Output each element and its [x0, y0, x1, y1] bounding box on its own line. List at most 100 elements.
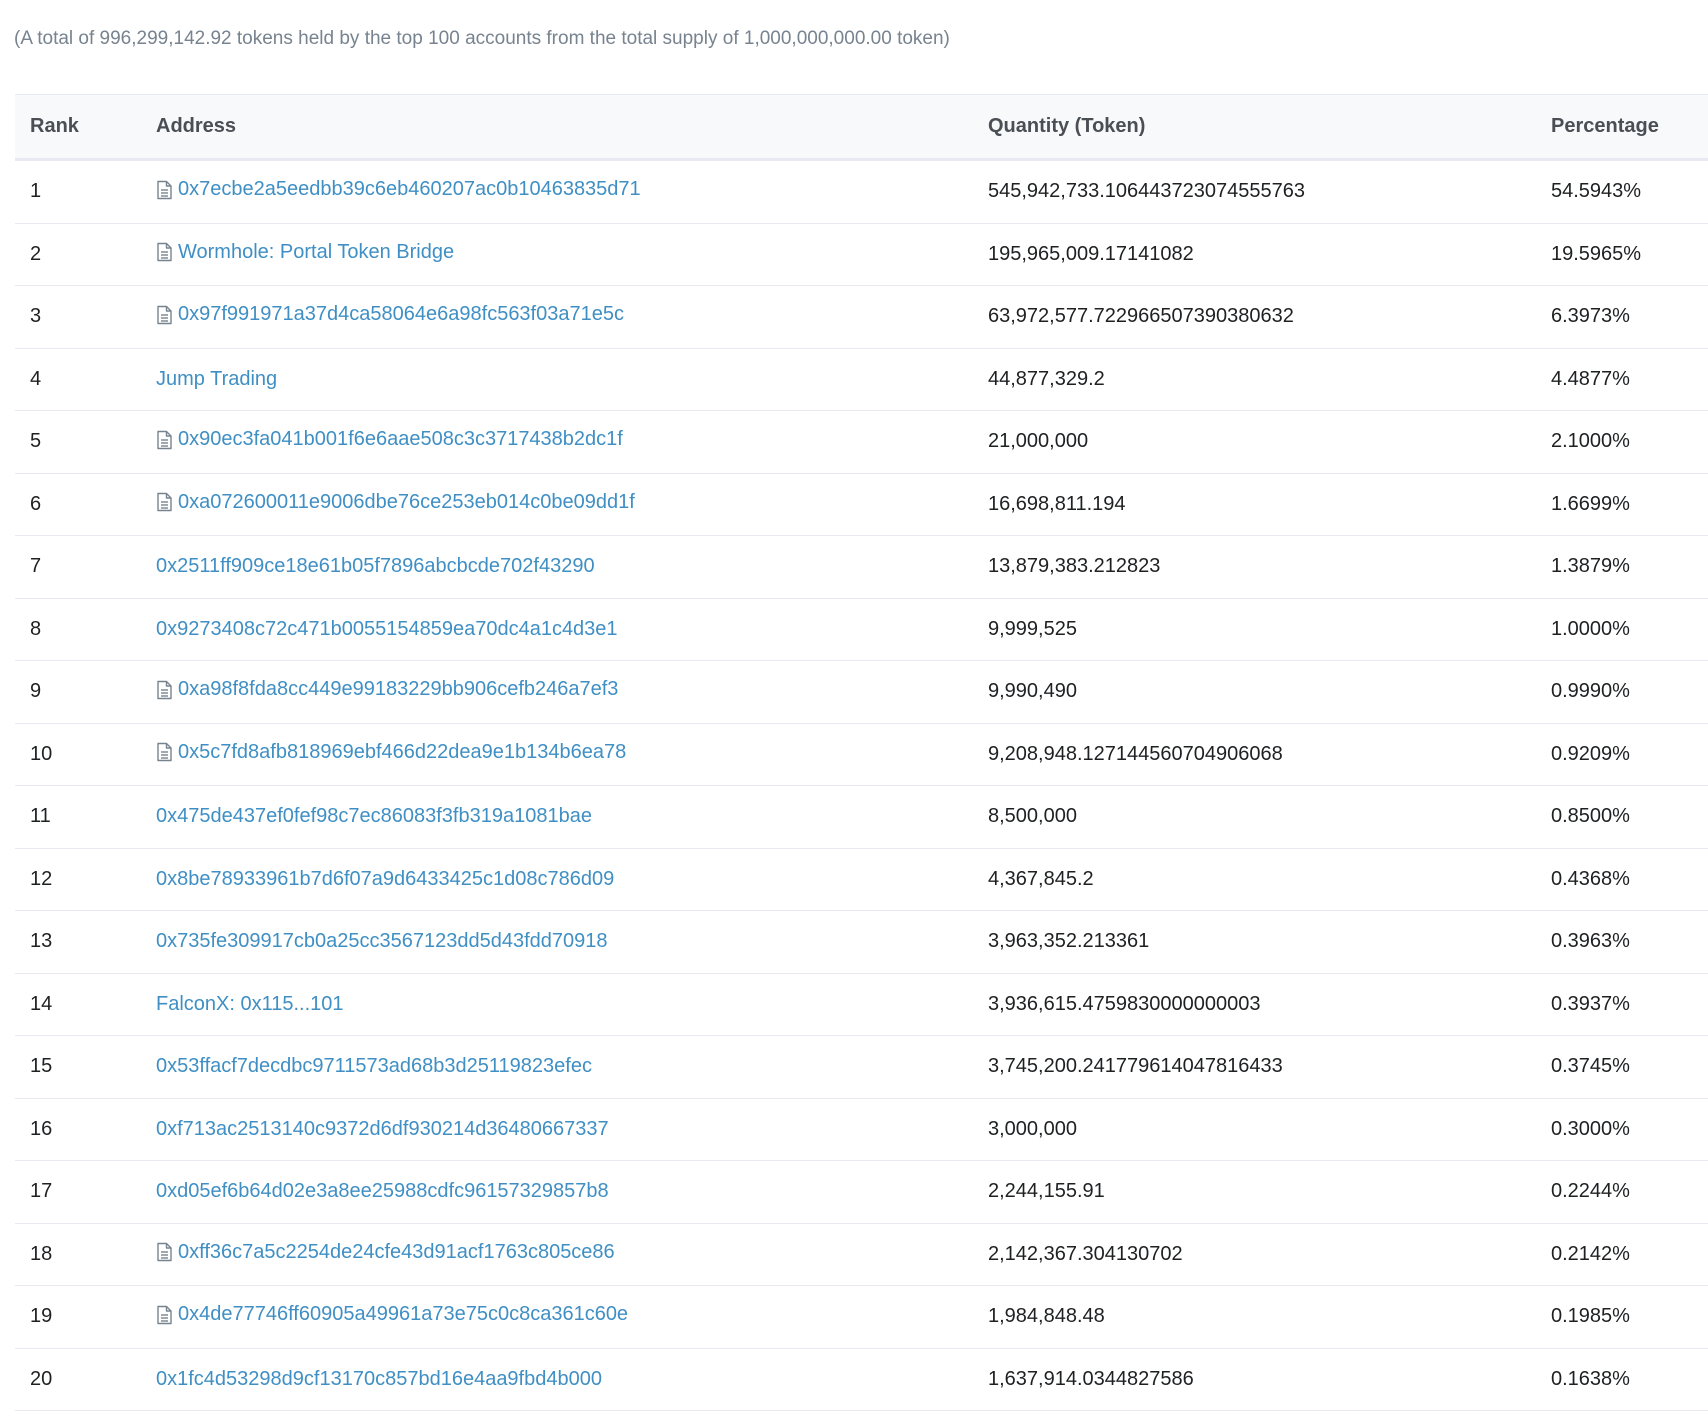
rank-cell: 16 [30, 1118, 52, 1141]
address-text: 0xff36c7a5c2254de24cfe43d91acf1763c805ce… [178, 1241, 615, 1264]
address-link[interactable]: 0xd05ef6b64d02e3a8ee25988cdfc96157329857… [156, 1180, 609, 1203]
address-link[interactable]: 0x5c7fd8afb818969ebf466d22dea9e1b134b6ea… [156, 741, 626, 764]
rank-cell: 4 [30, 368, 41, 391]
table-row: 2 Wormhole: Portal Token Bridge 195,965,… [15, 224, 1708, 287]
percentage-cell: 54.5943% [1551, 180, 1641, 203]
table-row: 4 Jump Trading 44,877,329.2 4.4877% [15, 349, 1708, 412]
address-text: 0x9273408c72c471b0055154859ea70dc4a1c4d3… [156, 618, 618, 641]
address-text: 0x5c7fd8afb818969ebf466d22dea9e1b134b6ea… [178, 741, 626, 764]
address-link[interactable]: Wormhole: Portal Token Bridge [156, 241, 454, 264]
address-text: 0x1fc4d53298d9cf13170c857bd16e4aa9fbd4b0… [156, 1368, 602, 1391]
file-document-icon [156, 242, 173, 262]
address-text: 0x735fe309917cb0a25cc3567123dd5d43fdd709… [156, 930, 608, 953]
percentage-cell: 19.5965% [1551, 243, 1641, 266]
table-row: 17 0xd05ef6b64d02e3a8ee25988cdfc96157329… [15, 1161, 1708, 1224]
address-text: 0x90ec3fa041b001f6e6aae508c3c3717438b2dc… [178, 428, 623, 451]
address-link[interactable]: 0x7ecbe2a5eedbb39c6eb460207ac0b10463835d… [156, 178, 641, 201]
quantity-cell: 13,879,383.212823 [988, 555, 1160, 578]
percentage-cell: 4.4877% [1551, 368, 1630, 391]
rank-cell: 12 [30, 868, 52, 891]
address-cell: 0x9273408c72c471b0055154859ea70dc4a1c4d3… [156, 618, 618, 641]
table-row: 10 0x5c7fd8afb818969ebf466d22dea9e1b134b… [15, 724, 1708, 787]
rank-cell: 13 [30, 930, 52, 953]
address-cell: 0x90ec3fa041b001f6e6aae508c3c3717438b2dc… [156, 428, 623, 456]
address-cell: 0x7ecbe2a5eedbb39c6eb460207ac0b10463835d… [156, 178, 641, 206]
file-document-icon [156, 1242, 173, 1262]
quantity-cell: 9,990,490 [988, 680, 1077, 703]
percentage-cell: 0.1985% [1551, 1305, 1630, 1328]
address-text: Jump Trading [156, 368, 277, 391]
file-document-icon [156, 180, 173, 200]
table-row: 7 0x2511ff909ce18e61b05f7896abcbcde702f4… [15, 536, 1708, 599]
rank-cell: 10 [30, 743, 52, 766]
address-link[interactable]: FalconX: 0x115...101 [156, 993, 344, 1016]
rank-cell: 9 [30, 680, 41, 703]
file-document-icon [156, 305, 173, 325]
percentage-cell: 0.3963% [1551, 930, 1630, 953]
percentage-cell: 1.0000% [1551, 618, 1630, 641]
file-document-icon [156, 742, 173, 762]
quantity-cell: 3,963,352.213361 [988, 930, 1149, 953]
rank-cell: 5 [30, 430, 41, 453]
rank-cell: 18 [30, 1243, 52, 1266]
rank-cell: 1 [30, 180, 41, 203]
address-link[interactable]: 0xf713ac2513140c9372d6df930214d364806673… [156, 1118, 609, 1141]
address-link[interactable]: 0x2511ff909ce18e61b05f7896abcbcde702f432… [156, 555, 595, 578]
address-cell: 0x53ffacf7decdbc9711573ad68b3d25119823ef… [156, 1055, 592, 1078]
address-link[interactable]: 0x53ffacf7decdbc9711573ad68b3d25119823ef… [156, 1055, 592, 1078]
address-cell: 0x97f991971a37d4ca58064e6a98fc563f03a71e… [156, 303, 624, 331]
address-text: 0xa98f8fda8cc449e99183229bb906cefb246a7e… [178, 678, 618, 701]
table-row: 5 0x90ec3fa041b001f6e6aae508c3c3717438b2… [15, 411, 1708, 474]
address-cell: 0x1fc4d53298d9cf13170c857bd16e4aa9fbd4b0… [156, 1368, 602, 1391]
percentage-cell: 0.9209% [1551, 743, 1630, 766]
quantity-cell: 195,965,009.17141082 [988, 243, 1194, 266]
address-cell: Wormhole: Portal Token Bridge [156, 241, 454, 269]
percentage-cell: 0.2244% [1551, 1180, 1630, 1203]
address-cell: 0x8be78933961b7d6f07a9d6433425c1d08c786d… [156, 868, 614, 891]
address-text: 0xd05ef6b64d02e3a8ee25988cdfc96157329857… [156, 1180, 609, 1203]
percentage-cell: 0.3937% [1551, 993, 1630, 1016]
percentage-cell: 1.3879% [1551, 555, 1630, 578]
percentage-cell: 0.4368% [1551, 868, 1630, 891]
quantity-cell: 44,877,329.2 [988, 368, 1105, 391]
table-row: 1 0x7ecbe2a5eedbb39c6eb460207ac0b1046383… [15, 161, 1708, 224]
file-document-icon [156, 680, 173, 700]
percentage-cell: 0.1638% [1551, 1368, 1630, 1391]
quantity-cell: 3,936,615.4759830000000003 [988, 993, 1261, 1016]
address-link[interactable]: Jump Trading [156, 368, 277, 391]
address-cell: 0xf713ac2513140c9372d6df930214d364806673… [156, 1118, 609, 1141]
percentage-cell: 1.6699% [1551, 493, 1630, 516]
address-link[interactable]: 0x1fc4d53298d9cf13170c857bd16e4aa9fbd4b0… [156, 1368, 602, 1391]
address-link[interactable]: 0xa98f8fda8cc449e99183229bb906cefb246a7e… [156, 678, 618, 701]
quantity-cell: 2,142,367.304130702 [988, 1243, 1183, 1266]
holders-summary: (A total of 996,299,142.92 tokens held b… [14, 28, 950, 50]
quantity-cell: 1,984,848.48 [988, 1305, 1105, 1328]
address-cell: 0x4de77746ff60905a49961a73e75c0c8ca361c6… [156, 1303, 628, 1331]
address-text: 0x7ecbe2a5eedbb39c6eb460207ac0b10463835d… [178, 178, 641, 201]
address-cell: 0x2511ff909ce18e61b05f7896abcbcde702f432… [156, 555, 595, 578]
address-cell: 0x735fe309917cb0a25cc3567123dd5d43fdd709… [156, 930, 608, 953]
table-row: 11 0x475de437ef0fef98c7ec86083f3fb319a10… [15, 786, 1708, 849]
rank-cell: 20 [30, 1368, 52, 1391]
table-row: 8 0x9273408c72c471b0055154859ea70dc4a1c4… [15, 599, 1708, 662]
address-link[interactable]: 0x9273408c72c471b0055154859ea70dc4a1c4d3… [156, 618, 618, 641]
address-link[interactable]: 0x97f991971a37d4ca58064e6a98fc563f03a71e… [156, 303, 624, 326]
address-text: 0xa072600011e9006dbe76ce253eb014c0be09dd… [178, 491, 635, 514]
rank-cell: 8 [30, 618, 41, 641]
address-cell: 0xa98f8fda8cc449e99183229bb906cefb246a7e… [156, 678, 618, 706]
table-row: 12 0x8be78933961b7d6f07a9d6433425c1d08c7… [15, 849, 1708, 912]
table-row: 3 0x97f991971a37d4ca58064e6a98fc563f03a7… [15, 286, 1708, 349]
address-text: 0x97f991971a37d4ca58064e6a98fc563f03a71e… [178, 303, 624, 326]
address-link[interactable]: 0xa072600011e9006dbe76ce253eb014c0be09dd… [156, 491, 635, 514]
address-link[interactable]: 0x8be78933961b7d6f07a9d6433425c1d08c786d… [156, 868, 614, 891]
address-link[interactable]: 0x735fe309917cb0a25cc3567123dd5d43fdd709… [156, 930, 608, 953]
address-link[interactable]: 0xff36c7a5c2254de24cfe43d91acf1763c805ce… [156, 1241, 615, 1264]
quantity-cell: 9,999,525 [988, 618, 1077, 641]
address-link[interactable]: 0x475de437ef0fef98c7ec86083f3fb319a1081b… [156, 805, 592, 828]
address-link[interactable]: 0x90ec3fa041b001f6e6aae508c3c3717438b2dc… [156, 428, 623, 451]
table-row: 19 0x4de77746ff60905a49961a73e75c0c8ca36… [15, 1286, 1708, 1349]
percentage-cell: 2.1000% [1551, 430, 1630, 453]
address-link[interactable]: 0x4de77746ff60905a49961a73e75c0c8ca361c6… [156, 1303, 628, 1326]
address-cell: 0xa072600011e9006dbe76ce253eb014c0be09dd… [156, 491, 635, 519]
address-text: 0x2511ff909ce18e61b05f7896abcbcde702f432… [156, 555, 595, 578]
